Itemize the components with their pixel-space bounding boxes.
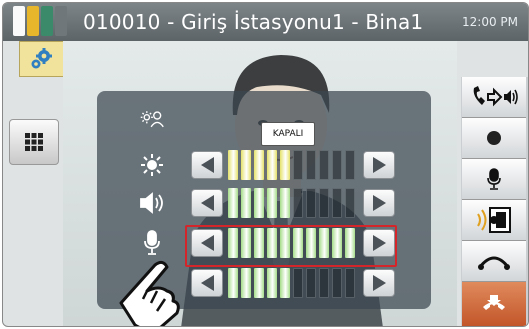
brightness-person-icon [139, 107, 165, 131]
level-segment [306, 268, 316, 298]
arrow-right-icon [372, 195, 386, 211]
status-bar-3 [41, 6, 53, 36]
level-segment [293, 188, 303, 218]
level-segment [293, 150, 303, 180]
camera-row: KAPALI [97, 103, 431, 146]
speaker-volume-row [97, 187, 431, 219]
pointing-hand-icon [119, 260, 180, 326]
level-segment [319, 188, 329, 218]
brightness-increase-button[interactable] [363, 151, 395, 179]
level-segment [280, 268, 290, 298]
level-segment [254, 268, 264, 298]
speaker-decrease-button[interactable] [191, 189, 223, 217]
level-segment [319, 268, 329, 298]
camera-grid-button[interactable] [9, 119, 59, 165]
ring-volume-level [228, 268, 355, 298]
level-segment [332, 150, 342, 180]
arrow-left-icon [200, 195, 214, 211]
level-segment [332, 268, 342, 298]
level-segment [241, 150, 251, 180]
speaker-icon [139, 191, 165, 215]
sun-icon [139, 153, 165, 177]
level-segment [228, 188, 238, 218]
level-segment [319, 150, 329, 180]
level-segment [267, 268, 277, 298]
level-segment [332, 188, 342, 218]
station-title: 010010 - Giriş İstasyonu1 - Bina1 [83, 10, 424, 34]
transfer-call-button[interactable] [462, 77, 526, 118]
end-call-icon [483, 295, 505, 310]
arrow-left-icon [200, 275, 214, 291]
level-segment [254, 150, 264, 180]
status-indicator [13, 6, 67, 36]
arrow-right-icon [372, 275, 386, 291]
level-segment [241, 188, 251, 218]
microphone-icon [487, 168, 501, 190]
level-segment [267, 188, 277, 218]
intercom-screen: 010010 - Giriş İstasyonu1 - Bina1 12:00 … [2, 2, 529, 327]
level-segment [345, 268, 355, 298]
status-bar-4 [55, 6, 67, 36]
camera-off-button[interactable]: KAPALI [261, 122, 315, 146]
arrow-right-icon [372, 157, 386, 173]
level-segment [306, 150, 316, 180]
speaker-increase-button[interactable] [363, 189, 395, 217]
level-segment [228, 268, 238, 298]
brightness-row [97, 149, 431, 181]
hangup-icon [478, 256, 510, 270]
brightness-level [228, 150, 355, 180]
speaker-volume-level [228, 188, 355, 218]
level-segment [254, 188, 264, 218]
ring-increase-button[interactable] [363, 269, 395, 297]
arrow-left-icon [200, 157, 214, 173]
level-segment [241, 268, 251, 298]
microphone-button[interactable] [462, 159, 526, 200]
end-call-button[interactable] [462, 282, 526, 326]
level-segment [293, 268, 303, 298]
unlock-door-icon [477, 207, 511, 233]
level-segment [345, 188, 355, 218]
settings-button[interactable] [19, 41, 65, 77]
level-segment [345, 150, 355, 180]
gear-icon [31, 48, 52, 69]
selected-row-highlight [185, 225, 397, 267]
record-button[interactable] [462, 118, 526, 159]
level-segment [280, 150, 290, 180]
level-segment [228, 150, 238, 180]
status-bar-2 [27, 6, 39, 36]
right-button-panel [461, 77, 528, 326]
status-bar-1 [13, 6, 25, 36]
hangup-button[interactable] [462, 241, 526, 282]
record-icon [487, 131, 501, 145]
ring-decrease-button[interactable] [191, 269, 223, 297]
unlock-door-button[interactable] [462, 200, 526, 241]
level-segment [267, 150, 277, 180]
level-segment [280, 188, 290, 218]
clock: 12:00 PM [462, 15, 518, 29]
level-segment [306, 188, 316, 218]
brightness-decrease-button[interactable] [191, 151, 223, 179]
grid-icon [25, 133, 43, 151]
call-transfer-icon [473, 86, 518, 107]
